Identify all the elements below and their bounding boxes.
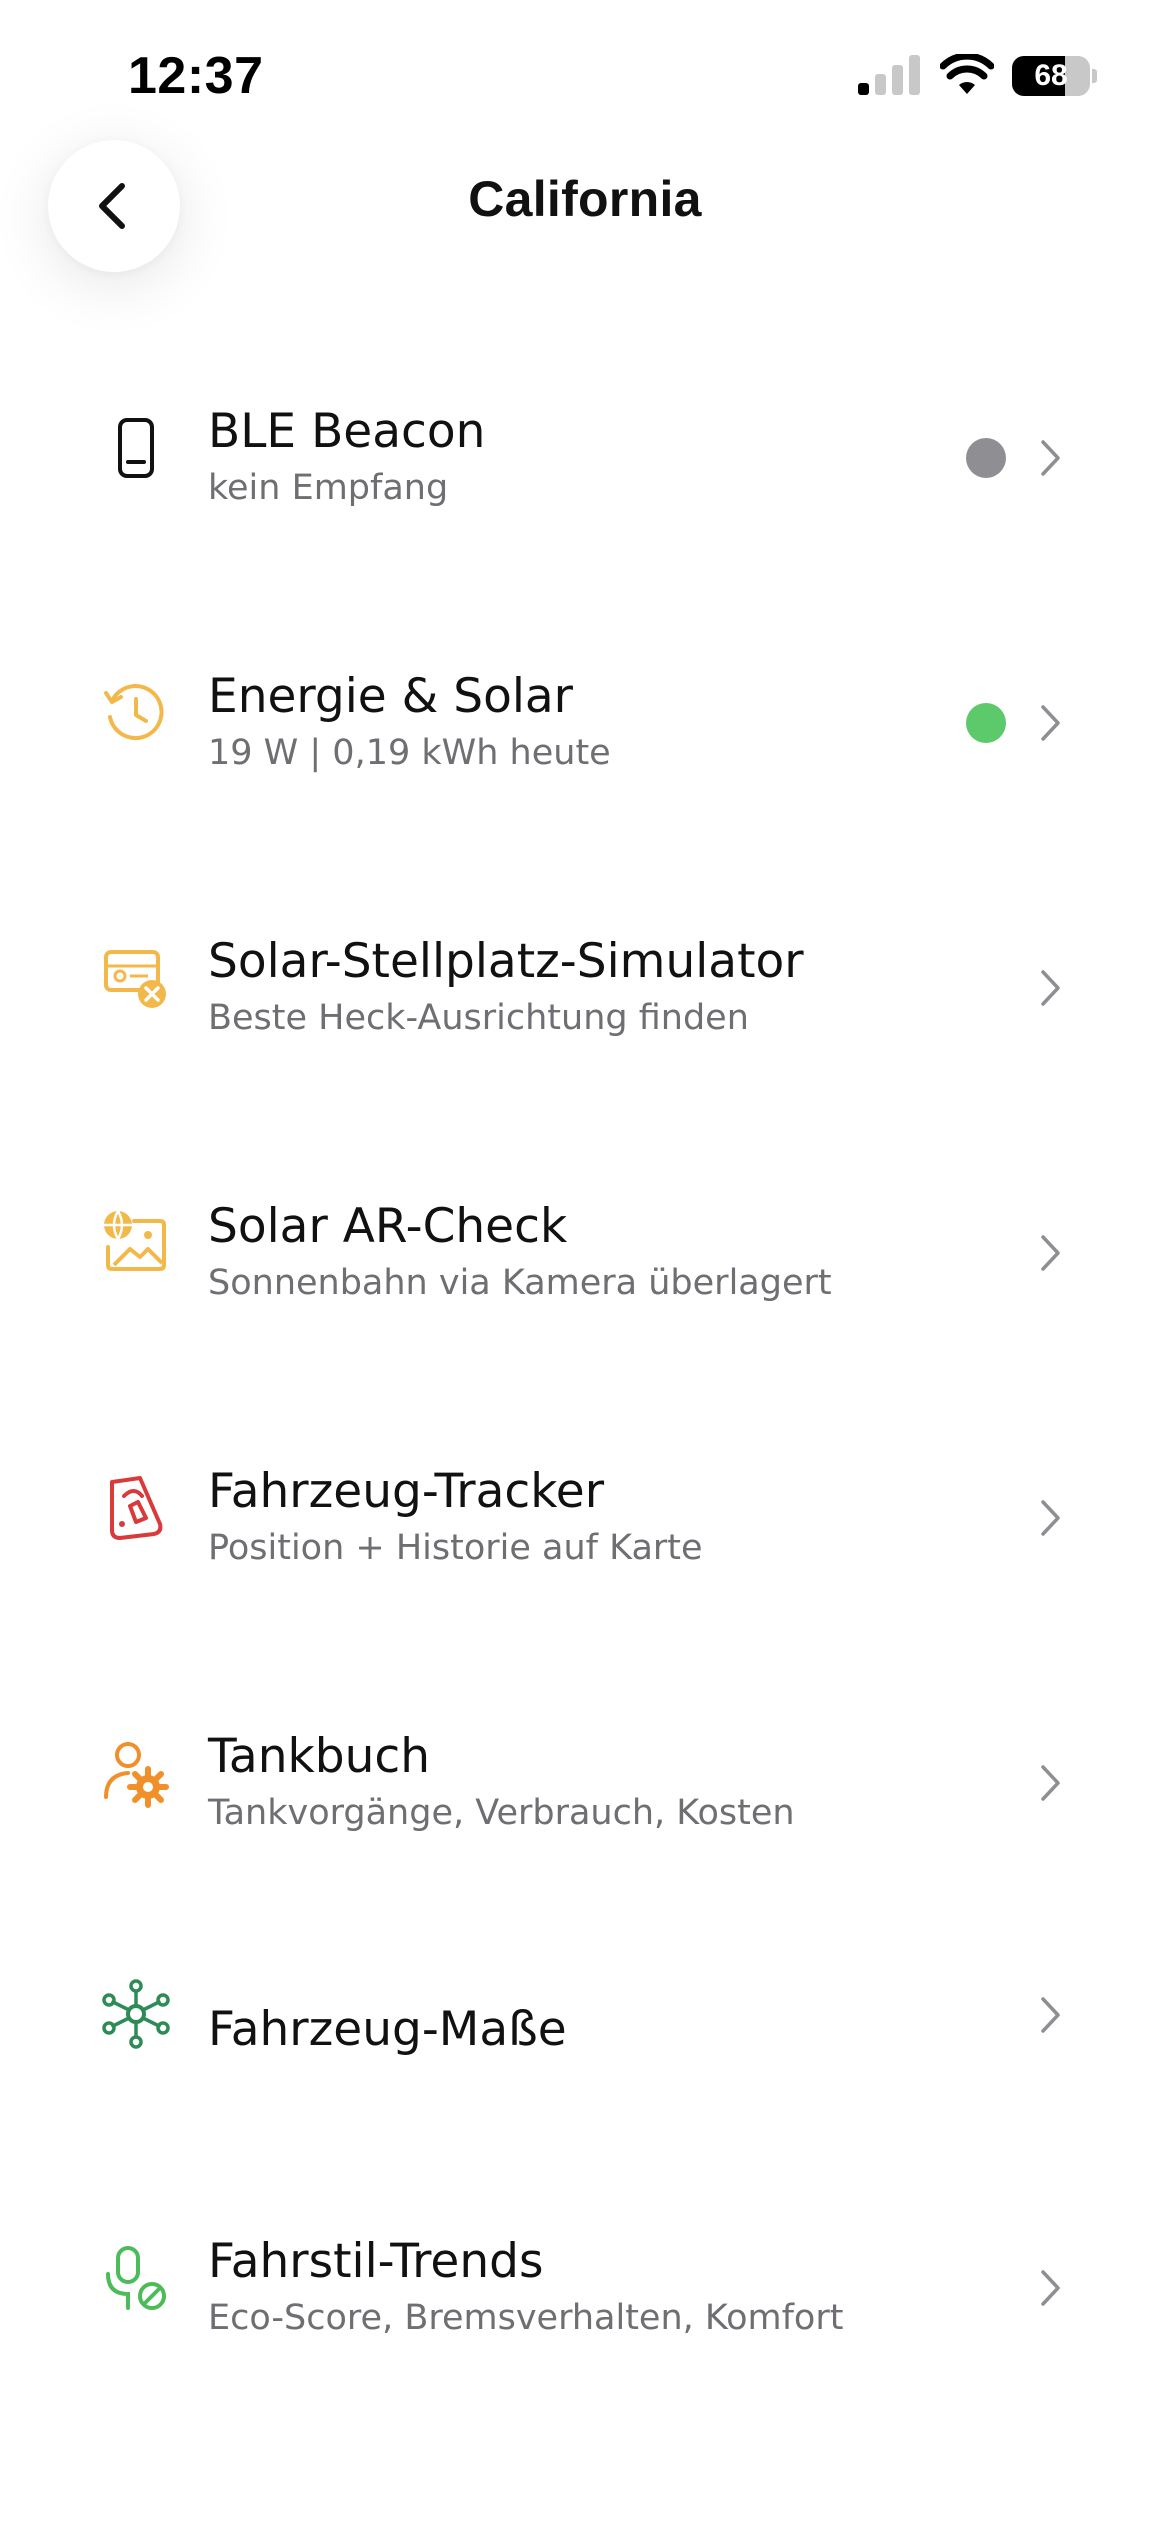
item-title: Energie & Solar [208,669,574,724]
history-clock-icon [104,684,164,740]
item-title: Tankbuch [208,1729,430,1784]
microphone-off-icon [106,2246,166,2310]
item-title: Fahrzeug-Maße [208,2002,567,2057]
chevron-right-icon [1041,440,1060,476]
list-item-fahrzeug-masse[interactable]: Fahrzeug-Maße [0,1940,1170,2160]
item-subtitle: Sonnenbahn via Kamera überlagert [208,1263,832,1303]
status-dot-gray [966,438,1006,478]
list-item-solar-stellplatz-simulator[interactable]: Solar-Stellplatz-Simulator Beste Heck-Au… [0,880,1170,1100]
battery-indicator: 68 [1012,56,1097,96]
battery-body: 68 [1012,56,1090,96]
list-item-fahrzeug-tracker[interactable]: Fahrzeug-Tracker Position + Historie auf… [0,1410,1170,1630]
battery-percentage: 68 [1034,59,1068,92]
network-nodes-icon [102,1979,170,2049]
status-time: 12:37 [128,47,264,105]
item-subtitle: 19 W | 0,19 kWh heute [208,733,611,773]
globe-image-icon [104,1210,166,1271]
solar-panel-icon [104,950,166,1008]
chevron-right-icon [1041,1997,1060,2033]
chevron-right-icon [1041,705,1060,741]
chevron-right-icon [1041,1765,1060,1801]
person-gear-icon [104,1742,169,1808]
cellular-signal-icon [858,55,920,95]
list-item-ble-beacon[interactable]: BLE Beacon kein Empfang [0,350,1170,570]
item-title: Solar AR-Check [208,1199,568,1254]
chevron-right-icon [1041,970,1060,1006]
item-subtitle: Tankvorgänge, Verbrauch, Kosten [208,1793,795,1833]
item-subtitle: kein Empfang [208,468,449,508]
item-subtitle: Beste Heck-Ausrichtung finden [208,998,749,1038]
wifi-icon [940,54,994,94]
phone-icon [118,418,154,478]
item-title: Fahrzeug-Tracker [208,1464,605,1519]
list-item-solar-ar-check[interactable]: Solar AR-Check Sonnenbahn via Kamera übe… [0,1145,1170,1365]
chevron-right-icon [1041,1500,1060,1536]
page-title: California [468,171,702,227]
status-bar: 12:37 68 [0,0,1170,150]
item-title: Solar-Stellplatz-Simulator [208,934,804,989]
item-title: Fahrstil-Trends [208,2234,544,2289]
chevron-right-icon [1041,1235,1060,1271]
item-subtitle: Eco-Score, Bremsverhalten, Komfort [208,2298,844,2338]
list-item-fahrstil-trends[interactable]: Fahrstil-Trends Eco-Score, Bremsverhalte… [0,2180,1170,2400]
battery-cap [1092,69,1097,83]
item-title: BLE Beacon [208,404,486,459]
list-item-tankbuch[interactable]: Tankbuch Tankvorgänge, Verbrauch, Kosten [0,1675,1170,1895]
status-dot-green [966,703,1006,743]
item-subtitle: Position + Historie auf Karte [208,1528,703,1568]
list-item-energie-solar[interactable]: Energie & Solar 19 W | 0,19 kWh heute [0,615,1170,835]
tracker-device-icon [110,1476,163,1540]
chevron-right-icon [1041,2270,1060,2306]
